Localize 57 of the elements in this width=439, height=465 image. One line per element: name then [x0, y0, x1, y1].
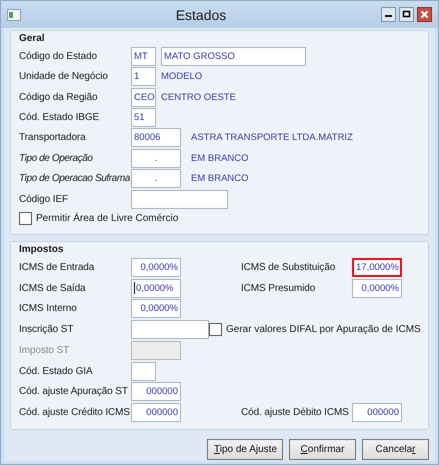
dialog-button[interactable]: Cancelar — [362, 439, 429, 460]
checkbox-label: Permitir Área de Livre Comércio — [36, 213, 178, 224]
input-field[interactable] — [131, 320, 209, 340]
field-label: Cód. Estado GIA — [19, 366, 94, 377]
minimize-icon[interactable] — [381, 7, 396, 22]
field-label: ICMS de Saída — [19, 282, 87, 294]
field-label: Imposto ST — [19, 344, 70, 356]
code-field[interactable]: CEO — [131, 88, 156, 107]
description-text: MODELO — [161, 71, 202, 82]
field-label: Unidade de Negócio — [19, 71, 109, 82]
input-field[interactable]: 000000 — [131, 403, 181, 422]
input-field[interactable]: 000000 — [352, 403, 402, 422]
input-field[interactable]: 000000 — [131, 382, 181, 402]
close-icon[interactable] — [417, 7, 432, 22]
field-label: Tipo de Operacao Suframa — [19, 173, 131, 184]
window-title: Estados — [174, 6, 228, 22]
field-label: Cód. ajuste Débito ICMS — [241, 407, 350, 418]
input-field[interactable]: 0,0000% — [131, 278, 181, 298]
input-field[interactable]: 0,0000% — [352, 278, 402, 298]
description-text: EM BRANCO — [191, 152, 249, 164]
description-text: EM BRANCO — [191, 173, 249, 184]
field-label: Transportadora — [19, 132, 87, 144]
window-icon — [7, 8, 21, 20]
checkbox[interactable] — [19, 212, 32, 226]
field-label: Cód. ajuste Crédito ICMS — [19, 407, 131, 418]
description-text: CENTRO OESTE — [161, 92, 236, 103]
field-label: Código do Estado — [19, 50, 98, 62]
code-field[interactable]: 1 — [131, 67, 156, 86]
field-label: Código da Região — [19, 92, 98, 103]
section-title: Geral — [19, 33, 45, 44]
description-field[interactable]: MATO GROSSO — [161, 46, 306, 66]
description-text: ASTRA TRANSPORTE LTDA.MATRIZ — [191, 132, 353, 144]
input-field[interactable] — [131, 190, 228, 209]
field-label: ICMS Presumido — [241, 282, 316, 294]
field-label: Tipo de Operação — [19, 152, 94, 164]
code-field[interactable]: 51 — [131, 108, 156, 127]
dialog-button[interactable]: Tipo de Ajuste — [207, 439, 283, 460]
section-title: Impostos — [19, 244, 64, 255]
checkbox-label: Gerar valores DIFAL por Apuração de ICMS — [226, 324, 421, 336]
input-field[interactable]: 17,0000% — [352, 258, 402, 277]
code-field[interactable]: MT — [131, 46, 156, 66]
code-field[interactable]: 80006 — [131, 128, 181, 148]
code-field[interactable]: . — [131, 169, 181, 188]
input-field[interactable]: 0,0000% — [131, 299, 181, 318]
checkbox[interactable] — [209, 323, 222, 336]
input-field[interactable] — [131, 362, 156, 381]
code-field[interactable]: . — [131, 148, 181, 168]
field-label: ICMS de Entrada — [19, 262, 96, 273]
field-label: ICMS Interno — [19, 303, 78, 314]
field-label: Cód. Estado IBGE — [19, 112, 100, 123]
dialog-button[interactable]: Confirmar — [289, 439, 356, 460]
maximize-icon[interactable] — [399, 7, 414, 22]
field-label: Cód. ajuste Apuração ST — [19, 386, 129, 398]
input-field[interactable]: 0,0000% — [131, 258, 181, 277]
field-label: Inscrição ST — [19, 324, 74, 336]
field-label: ICMS de Substituição — [241, 262, 336, 273]
field-label: Código IEF — [19, 194, 70, 205]
